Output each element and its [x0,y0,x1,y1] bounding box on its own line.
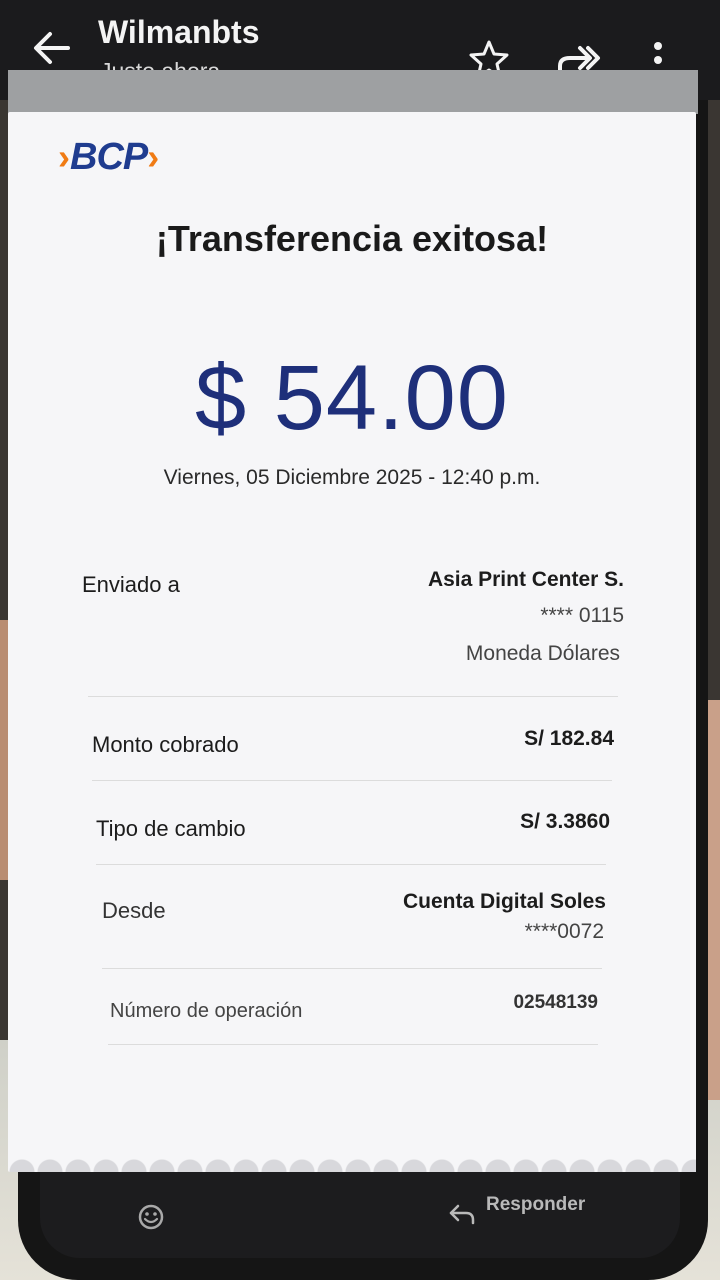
from-account-name: Cuenta Digital Soles [402,890,606,913]
sent-to-label: Enviado a [82,572,180,597]
operation-label: Número de operación [110,1000,303,1022]
emoji-icon[interactable] [136,1202,166,1232]
recipient-currency: Moneda Dólares [465,642,620,665]
exchange-value: S/ 3.3860 [520,810,610,833]
charged-value: S/ 182.84 [524,727,614,750]
recipient-account: **** 0115 [540,604,624,627]
receipt-title: ¡Transferencia exitosa! [155,218,549,259]
from-label: Desde [102,898,166,923]
transfer-amount: $ 54.00 [195,347,509,449]
recipient-name: Asia Print Center S. [427,568,624,591]
reply-icon[interactable] [448,1200,476,1228]
logo-text: BCP [70,135,148,178]
logo-chevron-left: › [58,136,70,177]
back-arrow-icon[interactable] [30,26,74,70]
receipt-scalloped-edge [8,1148,696,1172]
transfer-datetime: Viernes, 05 Diciembre 2025 - 12:40 p.m. [163,466,541,489]
reply-bar: Responder [40,1172,680,1258]
divider [108,1044,598,1045]
reply-button-label[interactable]: Responder [486,1194,585,1216]
divider [92,780,612,781]
operation-number: 02548139 [513,992,598,1013]
divider [102,968,602,969]
exchange-label: Tipo de cambio [96,816,246,841]
from-account-number: ****0072 [524,920,604,943]
sender-name: Wilmanbts [98,14,260,50]
logo-chevron-right: › [147,136,160,177]
charged-label: Monto cobrado [92,732,239,757]
divider [96,864,606,865]
divider [88,696,618,697]
transfer-receipt-image[interactable]: › BCP › ¡Transferencia exitosa! $ 54.00 … [8,112,696,1172]
bcp-logo: › BCP › [58,132,159,182]
image-top-border [8,70,698,114]
